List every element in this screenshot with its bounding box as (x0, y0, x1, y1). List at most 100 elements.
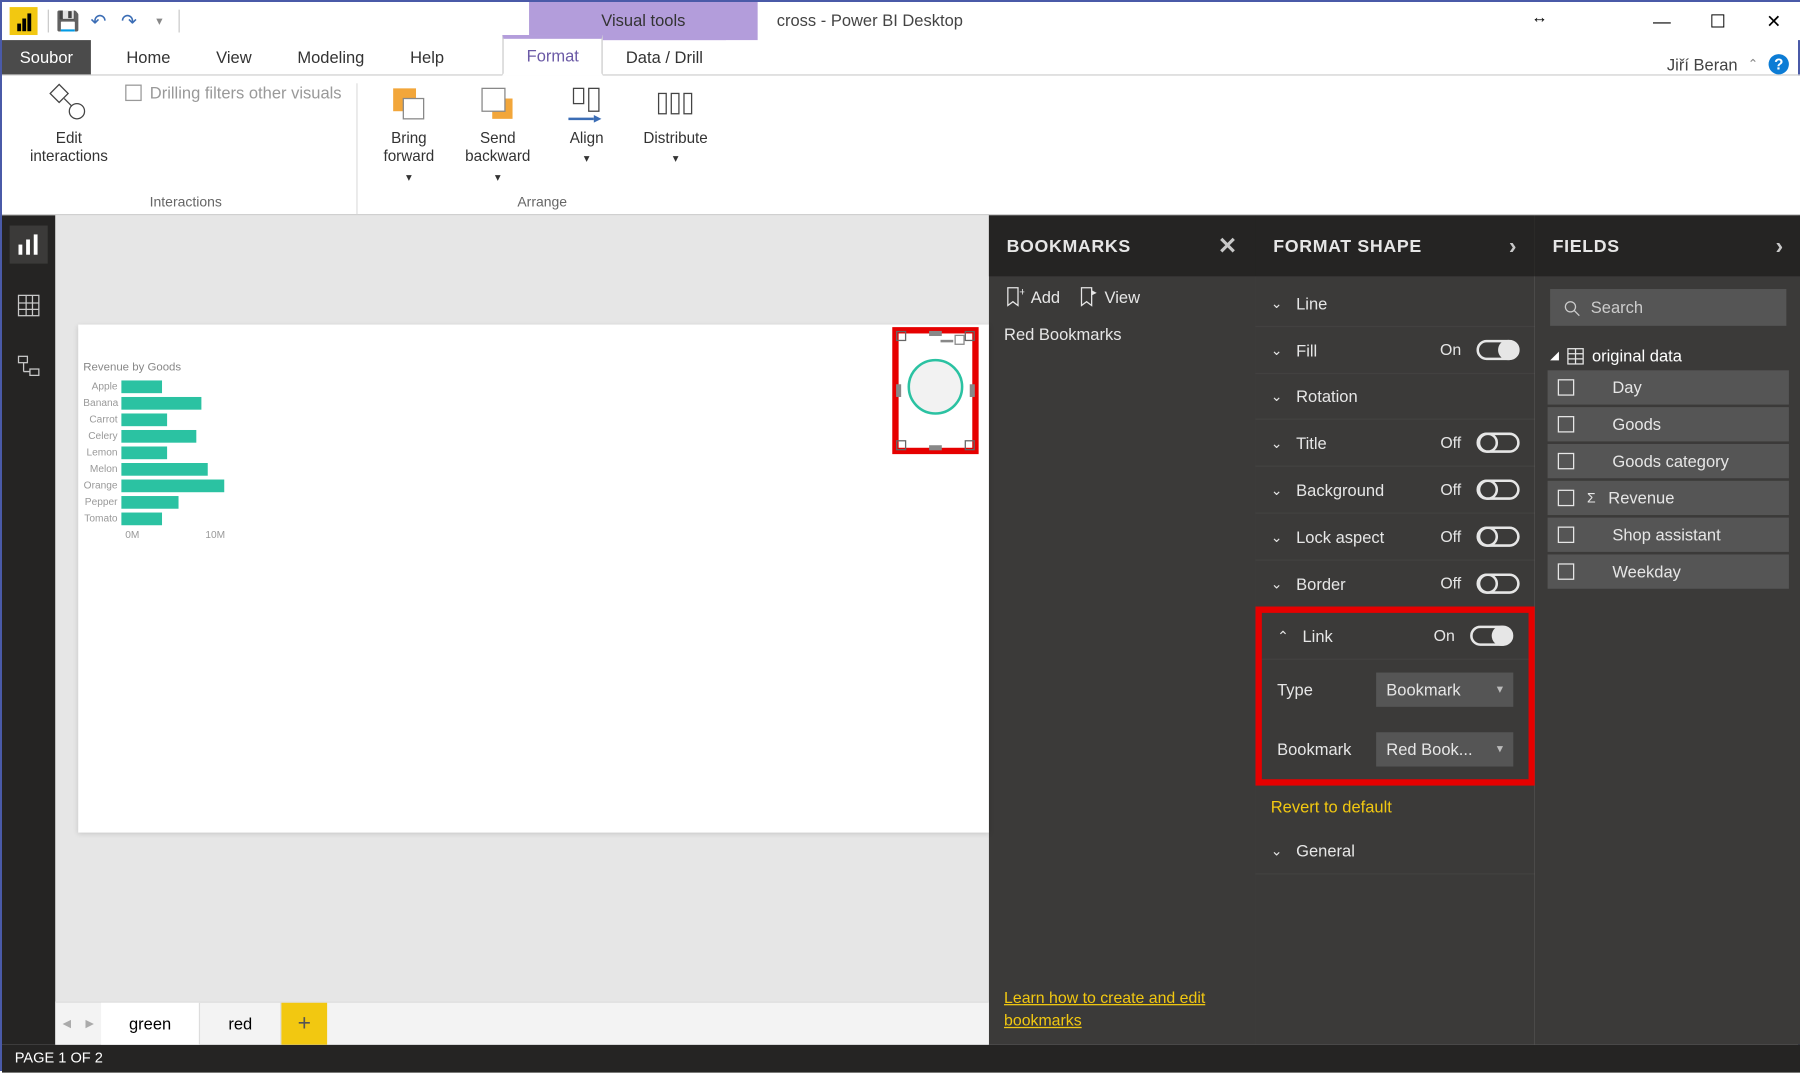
app-logo (10, 7, 38, 35)
view-rail (2, 215, 55, 1044)
bookmarks-title: BOOKMARKS (1007, 236, 1131, 256)
format-link[interactable]: ⌃LinkOn (1262, 613, 1529, 660)
bookmark-item[interactable]: Red Bookmarks (1004, 325, 1240, 344)
field-item[interactable]: Goods category (1548, 444, 1789, 478)
tab-view[interactable]: View (193, 40, 274, 74)
add-page-button[interactable]: + (281, 1003, 327, 1045)
align-button[interactable]: Align▾ (551, 83, 622, 166)
tab-modeling[interactable]: Modeling (274, 40, 387, 74)
page-tab-green[interactable]: green (101, 1003, 200, 1045)
background-toggle[interactable] (1476, 480, 1519, 500)
report-view-button[interactable] (10, 226, 48, 264)
link-bookmark-label: Bookmark (1277, 740, 1366, 759)
model-view-button[interactable] (10, 347, 48, 385)
format-fill[interactable]: ⌄FillOn (1255, 327, 1534, 374)
link-bookmark-select[interactable]: Red Book... (1376, 732, 1513, 766)
field-item[interactable]: Shop assistant (1548, 518, 1789, 552)
page-tab-red[interactable]: red (200, 1003, 281, 1045)
field-table[interactable]: ◢original data (1535, 339, 1800, 368)
canvas-area[interactable]: Revenue by Goods AppleBananaCarrotCelery… (55, 215, 988, 1044)
border-toggle[interactable] (1476, 574, 1519, 594)
bookmark-view-icon (1078, 286, 1098, 306)
format-title-row[interactable]: ⌄TitleOff (1255, 420, 1534, 467)
window-title: cross - Power BI Desktop (777, 2, 963, 40)
fields-search[interactable]: Search (1550, 289, 1786, 326)
user-chevron-icon[interactable]: ⌃ (1748, 57, 1759, 71)
oval-shape[interactable] (908, 359, 964, 415)
title-toggle[interactable] (1476, 433, 1519, 453)
fill-toggle[interactable] (1476, 340, 1519, 360)
lock-toggle[interactable] (1476, 527, 1519, 547)
visual-header[interactable] (941, 335, 965, 345)
tab-data-drill[interactable]: Data / Drill (603, 36, 726, 74)
format-shape-panel: FORMAT SHAPE › ⌄Line ⌄FillOn ⌄Rotation ⌄T… (1255, 215, 1534, 1044)
bookmarks-learn-link[interactable]: Learn how to create and edit bookmarks (989, 975, 1256, 1045)
save-button[interactable]: 💾 (54, 7, 82, 35)
fields-panel: FIELDS › Search ◢original data DayGoodsGo… (1535, 215, 1800, 1044)
group-label-interactions: Interactions (150, 195, 222, 214)
ribbon-tabs: Soubor Home View Modeling Help Format Da… (2, 40, 1800, 76)
undo-button[interactable]: ↶ (85, 7, 113, 35)
format-title: FORMAT SHAPE (1273, 236, 1422, 256)
status-bar: PAGE 1 OF 2 (2, 1045, 1800, 1073)
distribute-button[interactable]: Distribute▾ (640, 83, 711, 166)
format-collapse-icon[interactable]: › (1509, 233, 1517, 260)
format-general[interactable]: ⌄General (1255, 829, 1534, 875)
title-bar: 💾 ↶ ↷ ▾ Visual tools cross - Power BI De… (2, 2, 1800, 40)
bookmark-add-button[interactable]: +Add (1004, 286, 1060, 306)
minimize-button[interactable]: — (1634, 2, 1690, 40)
link-type-label: Type (1277, 680, 1366, 699)
link-type-select[interactable]: Bookmark (1376, 673, 1513, 707)
tab-file[interactable]: Soubor (2, 40, 91, 74)
fields-title: FIELDS (1553, 236, 1620, 256)
format-border[interactable]: ⌄BorderOff (1255, 561, 1534, 608)
link-toggle[interactable] (1470, 626, 1513, 646)
edit-interactions-button[interactable]: Edit interactions (30, 83, 108, 165)
interactions-icon (49, 83, 90, 124)
field-item[interactable]: Weekday (1548, 554, 1789, 588)
bookmark-add-icon: + (1004, 286, 1024, 306)
redo-button[interactable]: ↷ (115, 7, 143, 35)
page-tabs: ◄ ► green red + (55, 1001, 988, 1044)
revert-to-default[interactable]: Revert to default (1255, 784, 1534, 828)
format-background[interactable]: ⌄BackgroundOff (1255, 467, 1534, 514)
group-label-arrange: Arrange (517, 195, 567, 214)
bring-forward-button[interactable]: Bring forward▾ (373, 83, 444, 184)
resize-icon: ↔ (1531, 7, 1548, 26)
bookmark-view-button[interactable]: View (1078, 286, 1140, 306)
tab-home[interactable]: Home (104, 40, 194, 74)
send-backward-button[interactable]: Send backward▾ (462, 83, 533, 184)
align-icon (566, 83, 607, 124)
data-view-button[interactable] (10, 286, 48, 324)
table-icon (1567, 347, 1585, 365)
ribbon: Edit interactions Drilling filters other… (2, 76, 1800, 216)
maximize-button[interactable]: ☐ (1690, 2, 1746, 40)
bar-chart-visual[interactable]: Revenue by Goods AppleBananaCarrotCelery… (83, 360, 225, 540)
field-item[interactable]: Day (1548, 370, 1789, 404)
field-item[interactable]: ΣRevenue (1548, 481, 1789, 515)
help-icon[interactable]: ? (1769, 54, 1789, 74)
drilling-filters-checkbox[interactable]: Drilling filters other visuals (126, 83, 342, 102)
bookmarks-panel: BOOKMARKS ✕ +Add View Red Bookmarks Learn… (989, 215, 1256, 1044)
format-line[interactable]: ⌄Line (1255, 281, 1534, 327)
user-name[interactable]: Jiří Beran (1667, 55, 1738, 74)
close-button[interactable]: ✕ (1746, 2, 1800, 40)
fields-collapse-icon[interactable]: › (1776, 233, 1784, 260)
page-prev-button[interactable]: ◄ (55, 1003, 78, 1045)
report-canvas[interactable]: Revenue by Goods AppleBananaCarrotCelery… (78, 325, 989, 833)
qat-customize[interactable]: ▾ (146, 7, 174, 35)
distribute-icon (655, 83, 696, 124)
field-item[interactable]: Goods (1548, 407, 1789, 441)
format-lock-aspect[interactable]: ⌄Lock aspectOff (1255, 514, 1534, 561)
send-backward-icon (477, 83, 518, 124)
page-next-button[interactable]: ► (78, 1003, 101, 1045)
svg-text:+: + (1019, 286, 1024, 298)
bookmarks-close-icon[interactable]: ✕ (1218, 233, 1238, 260)
selected-shape[interactable] (892, 327, 978, 454)
tab-help[interactable]: Help (387, 40, 467, 74)
bring-forward-icon (389, 83, 430, 124)
search-icon (1563, 299, 1581, 317)
format-rotation[interactable]: ⌄Rotation (1255, 374, 1534, 420)
tab-format[interactable]: Format (502, 35, 603, 76)
chart-title: Revenue by Goods (83, 360, 225, 373)
